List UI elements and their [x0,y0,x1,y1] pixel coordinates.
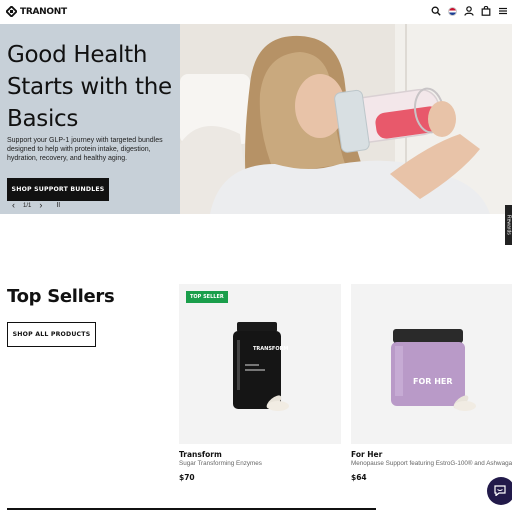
top-sellers-title: Top Sellers [7,286,115,307]
product-card-for-her[interactable]: FOR HER [351,284,512,444]
product-subtitle: Menopause Support featuring EstroG-100® … [351,460,512,467]
menu-icon[interactable] [498,6,508,16]
transform-jar-label: TRANSFORM [253,346,288,352]
header-icons [431,6,508,16]
chat-button[interactable] [487,477,512,505]
account-icon[interactable] [464,6,474,16]
site-header: TRANONT [0,0,512,24]
product-price: $70 [179,473,195,482]
brand-logo[interactable]: TRANONT [6,6,67,17]
product-subtitle: Sugar Transforming Enzymes [179,460,262,467]
carousel-prev-icon[interactable]: ‹ [12,201,15,210]
shop-all-products-button[interactable]: SHOP ALL PRODUCTS [7,322,96,347]
rewards-side-tab[interactable]: Rewards [505,205,512,245]
hero-title: Good Health Starts with the Basics [7,42,172,132]
product-price: $64 [351,473,367,482]
brand-name: TRANONT [20,6,67,17]
logo-mark-icon [6,6,17,17]
hero-carousel-controls: ‹ 1/1 › II [12,201,60,210]
carousel-progress-bar [7,508,376,510]
product-name[interactable]: Transform [179,450,222,459]
us-flag-icon[interactable] [448,6,457,16]
hero-description: Support your GLP-1 journey with targeted… [7,137,163,162]
carousel-pause-icon[interactable]: II [56,202,60,209]
top-seller-badge: TOP SELLER [186,291,228,303]
for-her-jar-label: FOR HER [413,377,453,386]
transform-jar-image: TRANSFORM [233,322,289,411]
woman-drinking-shaker-image [180,24,512,214]
chat-icon [494,485,506,496]
cart-icon[interactable] [481,6,491,16]
carousel-counter: 1/1 [23,202,32,209]
product-card-transform[interactable]: TOP SELLER TRANSFORM [179,284,341,444]
carousel-next-icon[interactable]: › [39,201,42,210]
shop-support-bundles-button[interactable]: SHOP SUPPORT BUNDLES [7,178,109,201]
hero-image [180,24,512,214]
search-icon[interactable] [431,6,441,16]
hero-text-panel: Good Health Starts with the Basics Suppo… [0,24,180,214]
product-name[interactable]: For Her [351,450,382,459]
hero-banner: Good Health Starts with the Basics Suppo… [0,24,512,214]
for-her-jar-image: FOR HER [391,329,476,411]
